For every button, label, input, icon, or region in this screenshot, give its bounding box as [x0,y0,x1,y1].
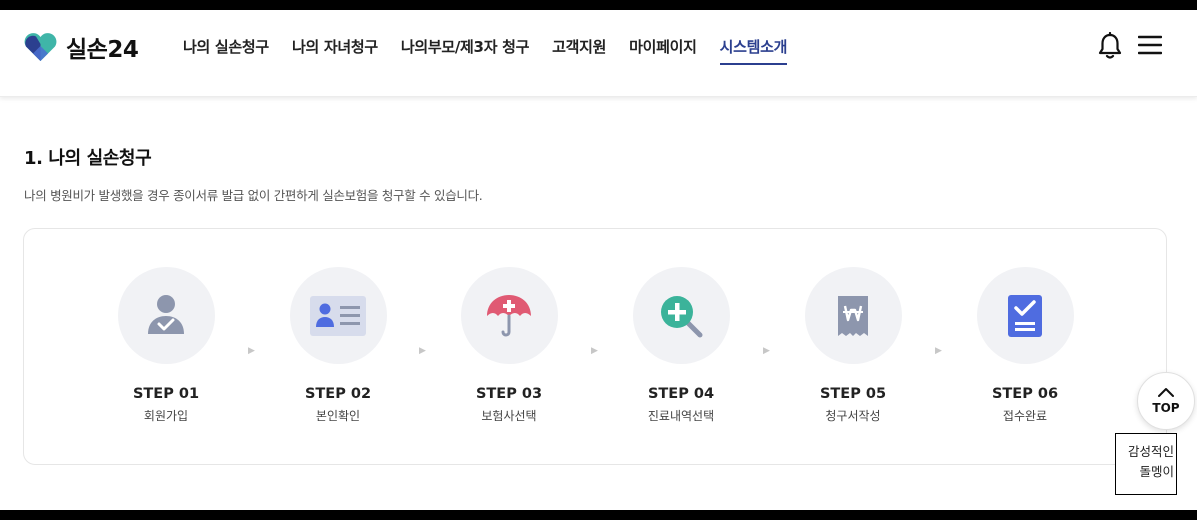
step-02-name: 본인확인 [315,409,361,423]
arrow-right-icon: ▶ [935,346,942,356]
step-06-name: 접수완료 [1002,409,1048,423]
step-02-circle [289,267,387,364]
step-06-circle [976,267,1074,364]
section-title: 1. 나의 실손청구 [24,148,152,169]
bell-icon[interactable] [1097,32,1123,60]
scroll-top-button[interactable]: TOP [1137,372,1195,430]
step-05: STEP 05 청구서작성 [788,267,918,424]
clipboard-check-icon [1008,294,1042,337]
arrow-right-icon: ▶ [419,346,426,356]
step-05-name: 청구서작성 [825,409,881,423]
step-01-name: 회원가입 [143,409,189,423]
scroll-top-label: TOP [1152,401,1180,415]
step-03-circle [460,267,558,364]
receipt-won-icon [838,295,868,336]
arrow-right-icon: ▶ [248,346,255,356]
nav-system-intro[interactable]: 시스템소개 [719,36,787,65]
section-description: 나의 병원비가 발생했을 경우 종이서류 발급 없이 간편하게 실손보험을 청구… [24,188,483,203]
steps-card: STEP 01 회원가입 ▶ STEP 02 본인확인 ▶ STEP 03 보험… [23,228,1167,465]
step-01: STEP 01 회원가입 [101,267,231,424]
umbrella-icon [487,294,531,336]
step-02-label: STEP 02 [304,386,372,402]
step-04-circle [632,267,730,364]
magnifier-plus-icon [661,295,703,337]
step-04: STEP 04 진료내역선택 [616,267,746,424]
nav-child-claim[interactable]: 나의 자녀청구 [292,36,378,65]
user-check-icon [148,294,184,334]
page: 실손24 나의 실손청구 나의 자녀청구 나의부모/제3자 청구 고객지원 마이… [0,10,1197,510]
mascot-badge: 감성적인 돌멩이 [1115,433,1177,495]
step-05-circle [804,267,902,364]
logo[interactable]: 실손24 [24,30,139,64]
hamburger-menu-icon[interactable] [1138,35,1162,55]
main-nav: 나의 실손청구 나의 자녀청구 나의부모/제3자 청구 고객지원 마이페이지 시… [183,36,810,65]
mascot-line-2: 돌멩이 [1139,464,1174,479]
mascot-line-1: 감성적인 [1127,444,1174,459]
step-01-label: STEP 01 [132,386,200,402]
nav-my-page[interactable]: 마이페이지 [629,36,697,65]
chevron-up-icon [1158,388,1174,397]
step-03-name: 보험사선택 [481,409,537,423]
step-06: STEP 06 접수완료 [960,267,1090,424]
step-01-circle [117,267,215,364]
header: 실손24 나의 실손청구 나의 자녀청구 나의부모/제3자 청구 고객지원 마이… [0,10,1197,97]
step-04-label: STEP 04 [647,386,715,402]
nav-customer-support[interactable]: 고객지원 [552,36,606,65]
step-02: STEP 02 본인확인 [273,267,403,424]
logo-text: 실손24 [66,37,139,63]
nav-parent-third-claim[interactable]: 나의부모/제3자 청구 [401,36,530,65]
step-06-label: STEP 06 [991,386,1059,402]
id-card-icon [310,295,366,336]
step-03: STEP 03 보험사선택 [444,267,574,424]
step-03-label: STEP 03 [475,386,543,402]
arrow-right-icon: ▶ [763,346,770,356]
nav-my-claim[interactable]: 나의 실손청구 [183,36,269,65]
step-04-name: 진료내역선택 [647,409,715,423]
arrow-right-icon: ▶ [591,346,598,356]
step-05-label: STEP 05 [819,386,887,402]
heart-logo-icon [24,33,57,61]
